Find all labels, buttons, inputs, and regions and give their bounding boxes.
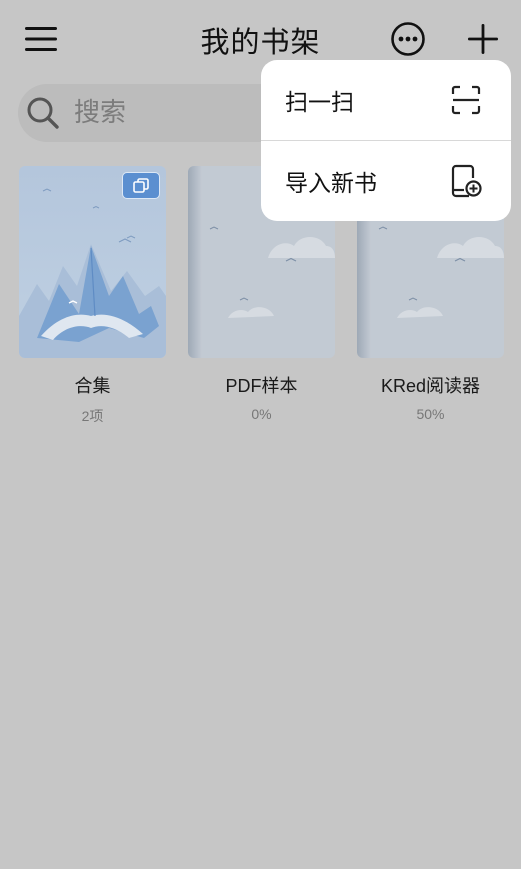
book-subtitle: 2项 bbox=[81, 408, 104, 424]
popup-menu: 扫一扫 导入新书 bbox=[261, 60, 511, 221]
book-title: KRed阅读器 bbox=[380, 376, 481, 396]
page-title: 我的书架 bbox=[200, 25, 321, 59]
scan-icon bbox=[451, 85, 481, 115]
plus-icon[interactable] bbox=[458, 14, 508, 64]
book-title: 合集 bbox=[74, 376, 111, 396]
book-title: PDF样本 bbox=[225, 376, 298, 396]
menu-item-import-book[interactable]: 导入新书 bbox=[261, 141, 511, 221]
book-subtitle: 50% bbox=[416, 406, 445, 422]
search-icon bbox=[27, 97, 59, 129]
book-item-collection[interactable]: 合集 2项 bbox=[19, 166, 166, 426]
menu-item-label: 导入新书 bbox=[285, 171, 377, 197]
search-input[interactable] bbox=[74, 98, 274, 128]
collection-badge-icon bbox=[122, 172, 160, 199]
book-subtitle: 0% bbox=[251, 406, 272, 422]
menu-item-label: 扫一扫 bbox=[285, 90, 354, 116]
menu-item-scan[interactable]: 扫一扫 bbox=[261, 60, 511, 140]
more-circle-icon[interactable] bbox=[383, 14, 433, 64]
import-book-icon bbox=[451, 164, 482, 198]
book-cover[interactable] bbox=[19, 166, 166, 358]
